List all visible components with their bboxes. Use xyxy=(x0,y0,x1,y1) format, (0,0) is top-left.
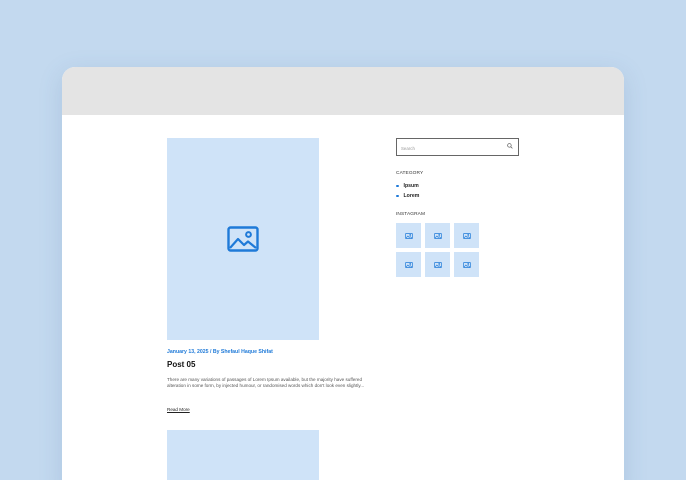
window-titlebar xyxy=(62,67,624,115)
instagram-tile[interactable] xyxy=(454,223,479,248)
category-label: Lorem xyxy=(403,193,420,199)
image-icon xyxy=(462,232,471,239)
image-icon xyxy=(227,226,259,252)
instagram-heading: INSTAGRAM xyxy=(396,212,426,217)
instagram-tile[interactable] xyxy=(396,223,421,248)
category-item[interactable]: Ipsum xyxy=(396,181,419,191)
instagram-tile[interactable] xyxy=(425,223,450,248)
browser-window: January 13, 2025 / By Shefaul Haque Shif… xyxy=(62,67,624,480)
post-excerpt: There are many variations of passages of… xyxy=(167,377,365,389)
bullet-icon xyxy=(396,184,399,188)
post-featured-image[interactable] xyxy=(167,138,319,340)
category-heading: CATEGORY xyxy=(396,171,424,176)
bullet-icon xyxy=(396,194,399,198)
image-icon xyxy=(462,261,471,268)
search-icon[interactable] xyxy=(507,143,513,149)
image-icon xyxy=(404,261,413,268)
instagram-tile[interactable] xyxy=(396,252,421,277)
page-content: January 13, 2025 / By Shefaul Haque Shif… xyxy=(62,115,624,480)
post-title[interactable]: Post 05 xyxy=(167,360,195,369)
category-item[interactable]: Lorem xyxy=(396,191,419,201)
category-label: Ipsum xyxy=(403,183,419,189)
post-meta[interactable]: January 13, 2025 / By Shefaul Haque Shif… xyxy=(167,349,273,355)
search-input[interactable] xyxy=(401,144,501,152)
instagram-grid xyxy=(396,223,479,277)
next-post-image[interactable] xyxy=(167,430,319,480)
category-list: Ipsum Lorem xyxy=(396,181,419,201)
image-icon xyxy=(404,232,413,239)
instagram-tile[interactable] xyxy=(454,252,479,277)
read-more-link[interactable]: Read More xyxy=(167,407,190,412)
search-box[interactable] xyxy=(396,138,519,156)
image-icon xyxy=(433,232,442,239)
image-icon xyxy=(433,261,442,268)
instagram-tile[interactable] xyxy=(425,252,450,277)
